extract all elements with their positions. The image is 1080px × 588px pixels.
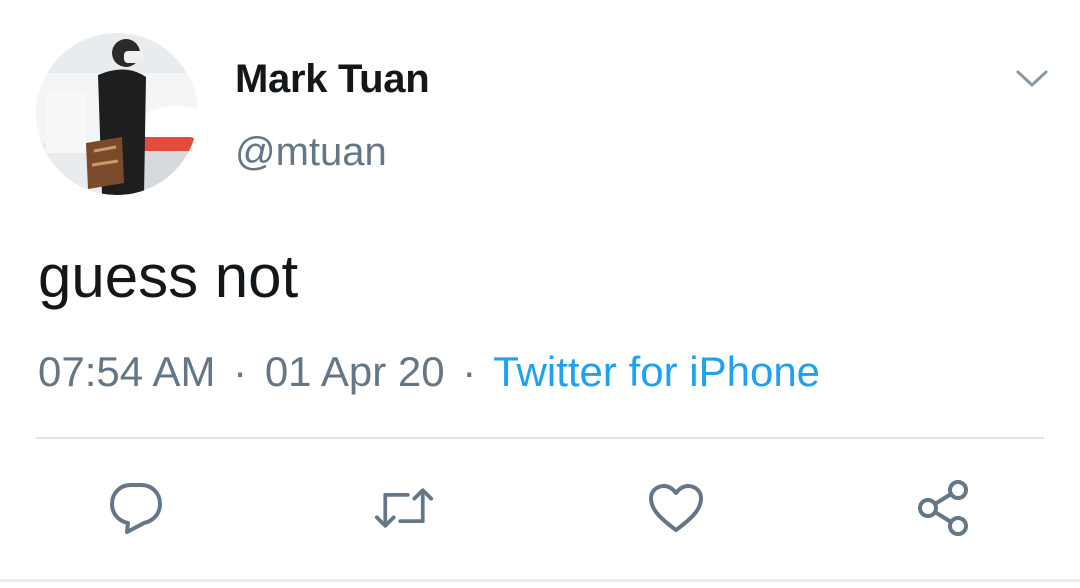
chevron-down-icon[interactable] — [1012, 62, 1052, 96]
reply-icon — [110, 483, 162, 534]
display-name[interactable]: Mark Tuan — [235, 57, 430, 102]
retweet-button[interactable] — [374, 478, 434, 538]
tweet-text: guess not — [38, 243, 299, 310]
share-icon — [918, 480, 968, 536]
user-handle[interactable]: @mtuan — [235, 130, 387, 175]
share-button[interactable] — [914, 478, 974, 538]
tweet-metadata: 07:54 AM · 01 Apr 20 · Twitter for iPhon… — [38, 348, 820, 396]
tweet-card: Mark Tuan @mtuan guess not 07:54 AM · 01… — [0, 0, 1080, 588]
tweet-time: 07:54 AM — [38, 348, 216, 395]
meta-separator: · — [233, 348, 248, 395]
tweet-source-link[interactable]: Twitter for iPhone — [493, 348, 820, 395]
tweet-date: 01 Apr 20 — [264, 348, 445, 395]
retweet-icon — [374, 488, 434, 528]
reply-button[interactable] — [106, 478, 166, 538]
like-button[interactable] — [646, 478, 706, 538]
avatar[interactable] — [36, 33, 198, 195]
avatar-photo — [36, 33, 198, 195]
meta-separator: · — [462, 348, 477, 395]
heart-icon — [649, 484, 703, 532]
divider — [36, 437, 1044, 439]
bottom-border — [0, 579, 1080, 582]
